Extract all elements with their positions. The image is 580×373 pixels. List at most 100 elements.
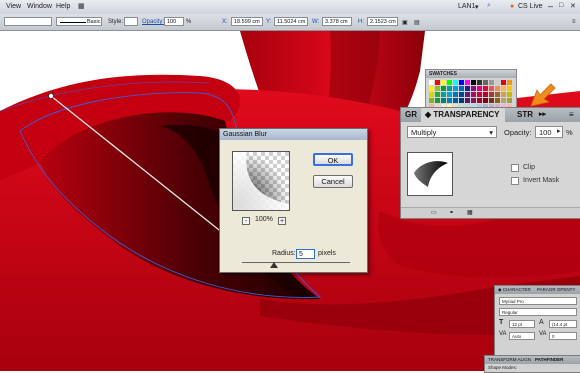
swatch-chip[interactable] xyxy=(429,98,434,103)
new-mask-icon[interactable]: ▭ xyxy=(431,209,437,216)
cs-live-label[interactable]: CS Live xyxy=(518,3,543,10)
swatch-chip[interactable] xyxy=(441,80,446,85)
swatch-chip[interactable] xyxy=(477,86,482,91)
swatch-chip[interactable] xyxy=(501,80,506,85)
swatch-chip[interactable] xyxy=(507,86,512,91)
swatch-chip[interactable] xyxy=(429,80,434,85)
swatch-chip[interactable] xyxy=(435,98,440,103)
w-field[interactable]: 3.378 cm xyxy=(322,17,352,26)
panel-expand-icon[interactable]: ▸▸ xyxy=(539,108,546,122)
gradient-start-handle[interactable] xyxy=(48,93,55,100)
transform-icon[interactable]: ▣ xyxy=(402,19,408,26)
align-icon[interactable]: ▤ xyxy=(414,19,420,26)
swatch-chip[interactable] xyxy=(483,92,488,97)
opacity-stepper-icon[interactable]: ▸ xyxy=(557,127,561,135)
radius-slider-track[interactable] xyxy=(242,262,350,263)
swatch-chip[interactable] xyxy=(465,98,470,103)
tab-gradient[interactable]: GR xyxy=(405,108,417,122)
leading-field[interactable]: (14.4 pt xyxy=(549,320,577,328)
swatch-chip[interactable] xyxy=(477,98,482,103)
swatch-chip[interactable] xyxy=(495,86,500,91)
tab-character[interactable]: ◆ CHARACTER xyxy=(498,286,531,294)
blend-mode-select[interactable]: Multiply ▾ xyxy=(407,126,497,138)
close-icon[interactable]: ✕ xyxy=(570,2,576,10)
zoom-out-button[interactable]: - xyxy=(242,217,250,225)
swatch-chip[interactable] xyxy=(441,98,446,103)
swatch-chip[interactable] xyxy=(483,80,488,85)
swatch-chip[interactable] xyxy=(507,98,512,103)
swatch-chip[interactable] xyxy=(429,86,434,91)
swatch-chip[interactable] xyxy=(501,92,506,97)
swatch-chip[interactable] xyxy=(453,98,458,103)
radius-slider-handle[interactable] xyxy=(270,262,278,268)
tab-stroke[interactable]: STR xyxy=(517,108,533,122)
swatch-chip[interactable] xyxy=(465,86,470,91)
swatch-chip[interactable] xyxy=(471,92,476,97)
search-icon[interactable]: ⌕ xyxy=(487,2,491,10)
swatch-chip[interactable] xyxy=(507,92,512,97)
swatch-chip[interactable] xyxy=(501,86,506,91)
panel-menu-icon[interactable]: ≡ xyxy=(572,19,576,25)
kerning-field[interactable]: Auto xyxy=(509,332,535,340)
swatch-chip[interactable] xyxy=(453,86,458,91)
swatch-chip[interactable] xyxy=(507,80,512,85)
tab-transparency[interactable]: ◆ TRANSPARENCY xyxy=(421,108,505,122)
font-size-field[interactable]: 12 pt xyxy=(509,320,535,328)
swatch-chip[interactable] xyxy=(477,92,482,97)
menu-item-help[interactable]: Help xyxy=(56,3,70,10)
swatch-chip[interactable] xyxy=(441,92,446,97)
swatch-chip[interactable] xyxy=(447,80,452,85)
swatch-chip[interactable] xyxy=(483,98,488,103)
swatch-chip[interactable] xyxy=(489,98,494,103)
tab-transform[interactable]: TRANSFORM ALIGN xyxy=(488,356,531,364)
tracking-field[interactable]: 0 xyxy=(549,332,577,340)
swatch-chip[interactable] xyxy=(471,98,476,103)
swatch-chip[interactable] xyxy=(447,98,452,103)
swatch-chip[interactable] xyxy=(501,98,506,103)
swatch-chip[interactable] xyxy=(459,98,464,103)
swatch-chip[interactable] xyxy=(495,92,500,97)
swatch-chip[interactable] xyxy=(447,86,452,91)
swatch-grid[interactable] xyxy=(429,80,512,109)
swatch-chip[interactable] xyxy=(441,86,446,91)
cancel-button[interactable]: Cancel xyxy=(313,175,353,188)
blur-preview[interactable] xyxy=(232,151,290,211)
minimize-icon[interactable]: – xyxy=(548,1,553,11)
swatch-chip[interactable] xyxy=(495,98,500,103)
graphic-style-select[interactable] xyxy=(124,17,138,26)
swatch-chip[interactable] xyxy=(471,86,476,91)
swatch-chip[interactable] xyxy=(459,86,464,91)
swatch-chip[interactable] xyxy=(489,86,494,91)
mask-thumbnail[interactable] xyxy=(407,152,453,196)
radius-input[interactable]: 5 xyxy=(296,249,315,259)
bridge-icon[interactable]: ▦ xyxy=(78,2,85,10)
y-field[interactable]: 11.5024 cm xyxy=(274,17,308,26)
swatch-chip[interactable] xyxy=(429,92,434,97)
tab-pathfinder[interactable]: PATHFINDER xyxy=(535,356,563,364)
menu-item-view[interactable]: View xyxy=(6,3,21,10)
workspace-label[interactable]: LAN1 xyxy=(458,3,476,10)
swatch-chip[interactable] xyxy=(495,80,500,85)
menu-item-window[interactable]: Window xyxy=(27,3,52,10)
panel-menu-icon[interactable]: ≡ xyxy=(569,108,574,122)
zoom-in-button[interactable]: + xyxy=(278,217,286,225)
x-field[interactable]: 18.599 cm xyxy=(231,17,263,26)
swatch-chip[interactable] xyxy=(489,80,494,85)
swatch-chip[interactable] xyxy=(477,80,482,85)
swatch-chip[interactable] xyxy=(447,92,452,97)
link-icon[interactable]: ⚭ xyxy=(449,209,454,216)
font-style-select[interactable]: Regular xyxy=(499,308,577,316)
swatch-chip[interactable] xyxy=(435,80,440,85)
swatch-chip[interactable] xyxy=(471,80,476,85)
ok-button[interactable]: OK xyxy=(313,153,353,166)
invert-mask-checkbox[interactable] xyxy=(511,177,519,185)
opacity-field[interactable]: 100 xyxy=(164,17,184,26)
opacity-link[interactable]: Opacity: xyxy=(142,19,164,25)
h-field[interactable]: 2.1523 cm xyxy=(367,17,398,26)
swatches-tab[interactable]: SWATCHES xyxy=(426,70,516,78)
swatch-chip[interactable] xyxy=(459,80,464,85)
swatch-chip[interactable] xyxy=(465,80,470,85)
clip-checkbox[interactable] xyxy=(511,164,519,172)
swatch-chip[interactable] xyxy=(435,86,440,91)
layer-icon[interactable]: ▦ xyxy=(467,209,473,216)
